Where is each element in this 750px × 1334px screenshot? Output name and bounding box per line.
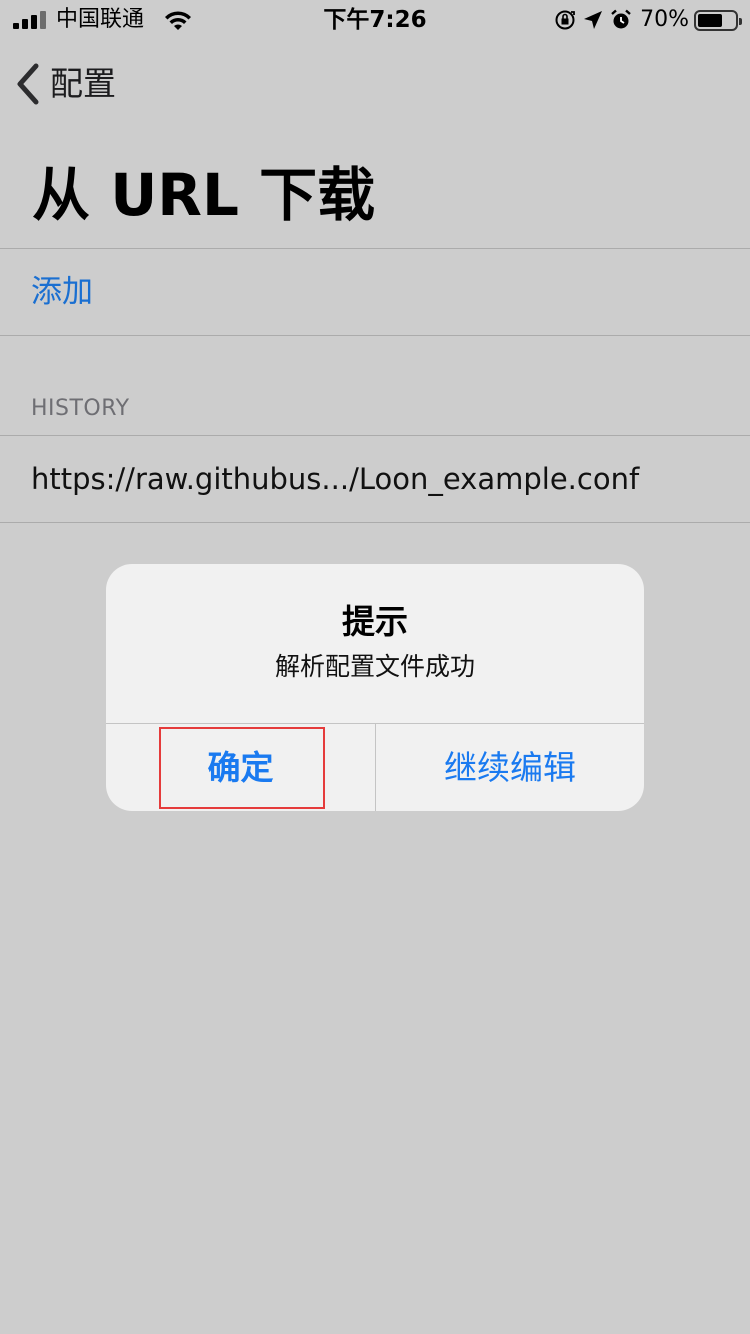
back-button[interactable]: 配置 xyxy=(14,60,116,108)
battery-icon xyxy=(694,9,742,31)
wifi-icon xyxy=(165,11,191,30)
location-icon xyxy=(584,11,603,29)
status-right-group: 70% xyxy=(554,5,742,35)
battery-percent: 70% xyxy=(640,7,689,32)
status-bar: 中国联通 下午7:26 70% xyxy=(0,0,750,40)
alarm-icon xyxy=(611,9,631,29)
confirm-button[interactable]: 确定 xyxy=(106,724,375,811)
alert-title: 提示 xyxy=(342,602,408,641)
orientation-lock-icon xyxy=(555,10,575,30)
signal-icon xyxy=(13,11,49,29)
history-item[interactable]: https://raw.githubus.../Loon_example.con… xyxy=(0,436,750,522)
add-row[interactable]: 添加 xyxy=(0,249,750,335)
add-link[interactable]: 添加 xyxy=(31,273,93,311)
carrier-label: 中国联通 xyxy=(56,7,145,32)
history-url: https://raw.githubus.../Loon_example.con… xyxy=(31,462,640,496)
divider xyxy=(0,522,750,523)
divider xyxy=(0,335,750,336)
chevron-left-icon xyxy=(17,63,39,105)
continue-edit-button[interactable]: 继续编辑 xyxy=(376,724,644,811)
alert-message: 解析配置文件成功 xyxy=(274,652,475,681)
back-label: 配置 xyxy=(50,64,116,103)
history-section-header: HISTORY xyxy=(31,396,130,421)
alert-dialog: 提示 解析配置文件成功 确定 继续编辑 xyxy=(106,564,644,811)
battery-fill xyxy=(698,13,722,27)
page-title: 从 URL 下载 xyxy=(32,161,376,229)
